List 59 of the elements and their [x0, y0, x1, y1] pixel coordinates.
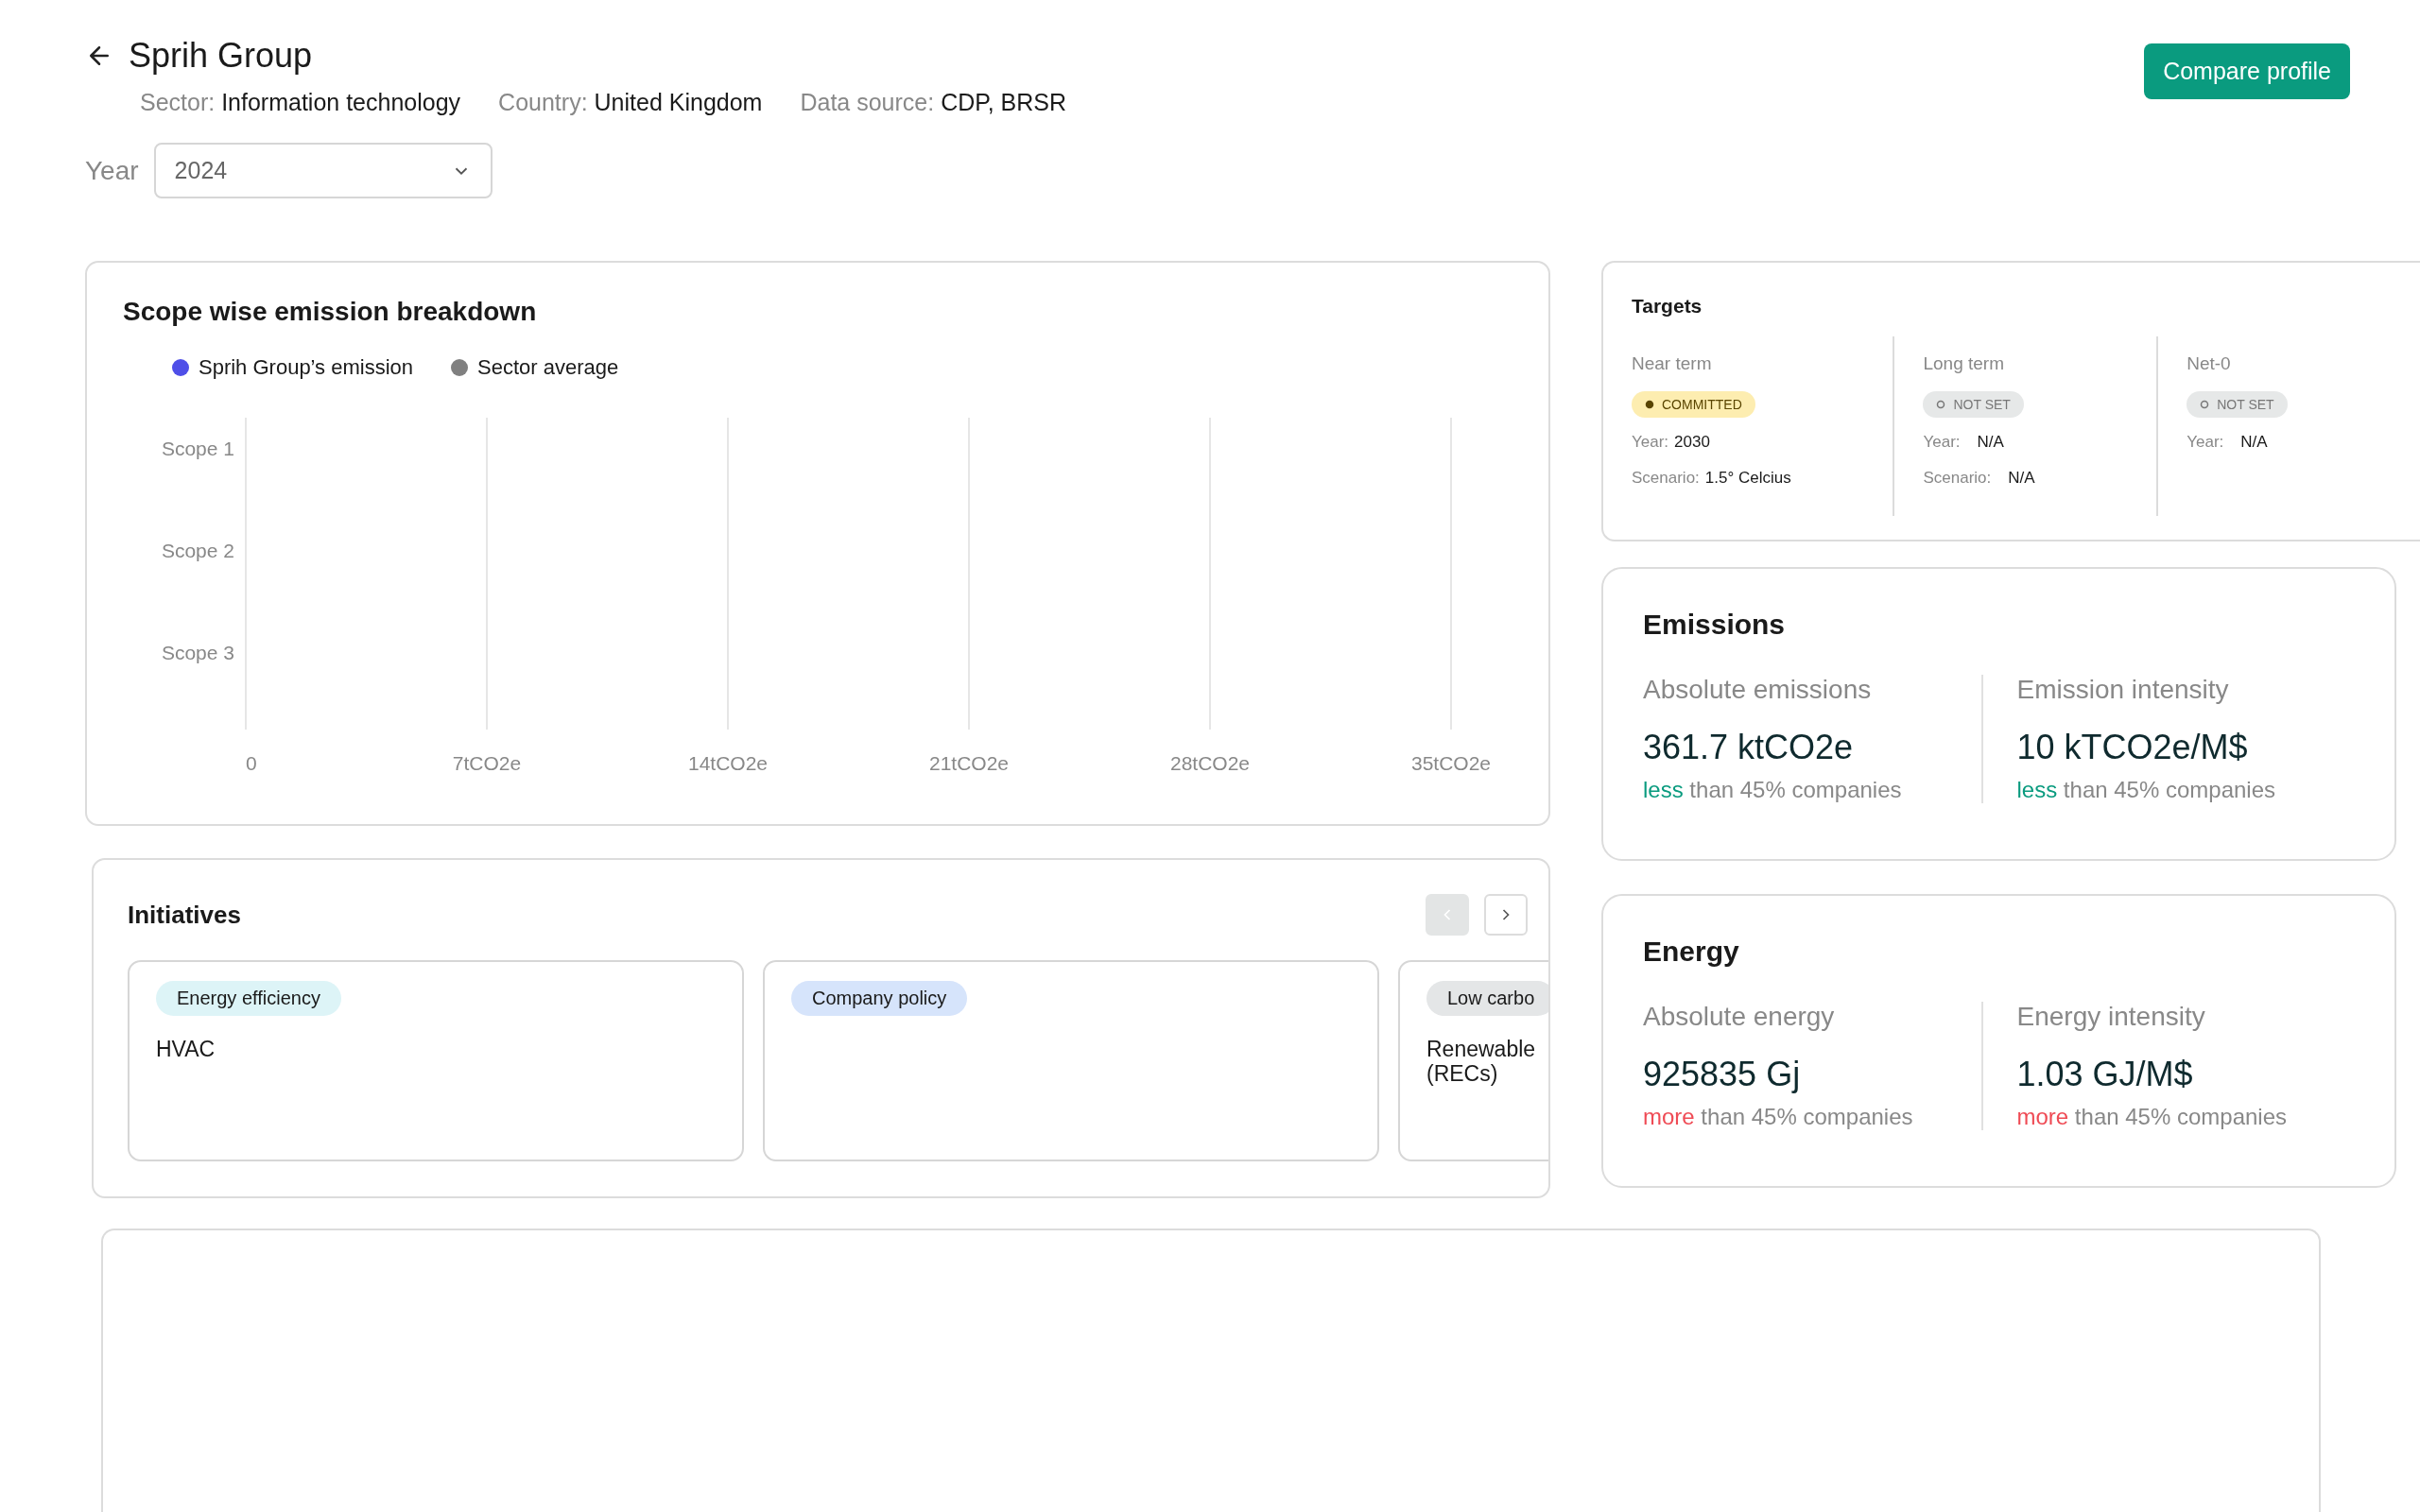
- company-title: Sprih Group: [129, 36, 313, 76]
- card-title: Targets: [1632, 295, 1703, 318]
- row-label: Scope 3: [161, 642, 234, 663]
- field-label: Scenario:: [1632, 469, 1700, 488]
- initiative-description: HVAC: [156, 1037, 216, 1062]
- field-value: N/A: [1977, 433, 2004, 452]
- field-label: Year:: [1632, 433, 1669, 452]
- field-value: N/A: [2008, 469, 2035, 488]
- next-button[interactable]: [1484, 894, 1528, 936]
- meta-info: Data source: CDP, BRSR: [800, 89, 1067, 116]
- status-badge: NOT SET: [2187, 391, 2288, 418]
- metric-value: 10 kTCO2e/M$: [2016, 728, 2249, 767]
- category-tag: Low carbo: [1426, 981, 1548, 1016]
- metric-label: Absolute emissions: [1643, 675, 1873, 705]
- comparison-text: less than 45% companies: [1643, 777, 1903, 803]
- axis-label: 21tCO2e: [928, 752, 1010, 774]
- initiative-card[interactable]: Energy efficiency HVAC: [128, 960, 744, 1161]
- card-title: Energy: [1643, 936, 1740, 968]
- meta-info: Country: United Kingdom: [498, 89, 763, 116]
- metric-value: 1.03 GJ/M$: [2016, 1055, 2194, 1094]
- status-badge: NOT SET: [1923, 391, 2024, 418]
- field-value: 2030: [1674, 433, 1710, 452]
- category-tag: Energy efficiency: [156, 981, 341, 1016]
- axis-label: 35tCO2e: [1410, 752, 1492, 774]
- axis-label: 28tCO2e: [1169, 752, 1251, 774]
- field-label: Year:: [2187, 433, 2224, 452]
- initiative-card[interactable]: Company policy: [763, 960, 1379, 1161]
- field-label: Year:: [1923, 433, 1961, 452]
- field-value: 1.5° Celcius: [1704, 469, 1791, 488]
- card-title: Initiatives: [128, 900, 241, 930]
- comparison-text: more than 45% companies: [2016, 1104, 2288, 1130]
- status-badge: COMMITTED: [1632, 391, 1755, 418]
- metric-label: Emission intensity: [2016, 675, 2230, 705]
- category-tag: Company policy: [791, 981, 968, 1016]
- metric-label: Energy intensity: [2016, 1002, 2206, 1032]
- metric-label: Absolute energy: [1643, 1002, 1836, 1032]
- target-term-label: Long term: [1923, 353, 2004, 374]
- comparison-text: more than 45% companies: [1643, 1104, 1914, 1130]
- year-label: Year: [85, 155, 139, 186]
- axis-label: 14tCO2e: [687, 752, 769, 774]
- field-label: Scenario:: [1923, 469, 1992, 488]
- card-title: Scope wise emission breakdown: [123, 297, 538, 327]
- year-select[interactable]: 2024: [153, 143, 493, 198]
- compare-profile-button[interactable]: Compare profile: [2144, 43, 2350, 99]
- card-title: Emissions: [1643, 609, 1787, 641]
- legend-label: Sprih Group’s emission: [199, 355, 414, 380]
- legend-label: Sector average: [477, 355, 619, 380]
- row-label: Scope 2: [161, 540, 234, 561]
- metric-value: 925835 Gj: [1643, 1055, 1802, 1094]
- field-value: N/A: [2240, 433, 2268, 452]
- metric-value: 361.7 ktCO2e: [1643, 728, 1855, 767]
- axis-label: 0: [246, 752, 257, 774]
- comparison-text: less than 45% companies: [2016, 777, 2276, 803]
- axis-label: 7tCO2e: [452, 752, 522, 774]
- target-term-label: Near term: [1632, 353, 1712, 374]
- row-label: Scope 1: [161, 438, 234, 459]
- target-term-label: Net-0: [2187, 353, 2231, 374]
- initiative-description: Renewable (RECs): [1426, 1037, 1537, 1087]
- meta-info: Sector: Information technology: [140, 89, 461, 116]
